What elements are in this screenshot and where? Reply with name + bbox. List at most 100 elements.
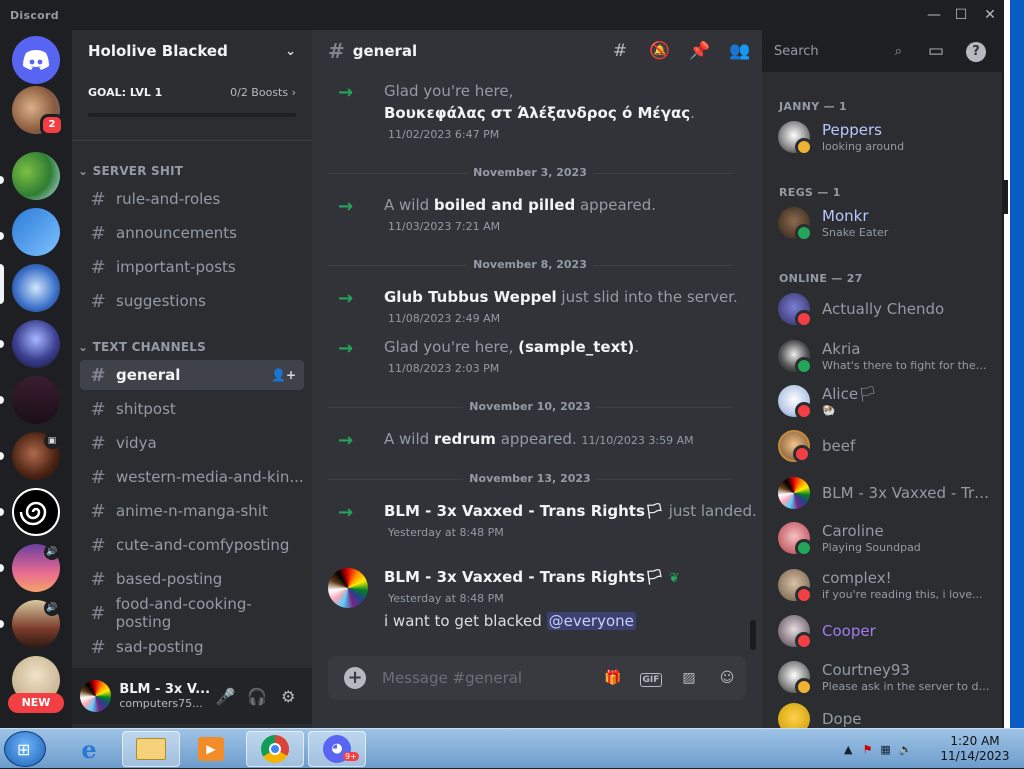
status-dnd-icon	[795, 310, 813, 328]
server-icon-anime-blue[interactable]	[12, 264, 60, 312]
member-item[interactable]: complex! if you're reading this, i love..…	[770, 564, 994, 606]
member-item[interactable]: Cooper	[770, 610, 994, 652]
member-name[interactable]: (sample_text)	[518, 338, 634, 356]
member-item[interactable]: Monkr Snake Eater	[770, 202, 994, 244]
member-item[interactable]: BLM - 3x Vaxxed - Tra...	[770, 472, 994, 514]
help-icon[interactable]: ?	[956, 40, 996, 62]
server-icon-spiral[interactable]	[12, 488, 60, 536]
server-icon-hololive[interactable]	[12, 208, 60, 256]
home-button[interactable]	[12, 36, 60, 84]
chevron-down-icon: ⌄	[285, 43, 296, 59]
member-item[interactable]: Actually Chendo	[770, 288, 994, 330]
taskbar-ie[interactable]: e	[60, 731, 118, 767]
invite-icon[interactable]: 👤+	[271, 368, 296, 382]
mute-bell-icon[interactable]: 🔕	[640, 41, 680, 61]
mention[interactable]: @everyone	[546, 612, 636, 630]
threads-icon[interactable]: #	[600, 41, 640, 61]
message-author[interactable]: BLM - 3x Vaxxed - Trans Rights🏳	[384, 568, 664, 586]
taskbar-discord[interactable]: ◕ 9+	[308, 731, 366, 767]
start-button[interactable]: ⊞	[4, 731, 46, 767]
gif-button[interactable]: GIF	[632, 670, 670, 687]
channel-label: food-and-cooking-posting	[115, 595, 252, 631]
close-button[interactable]: ✕	[978, 4, 1002, 26]
member-name[interactable]: BLM - 3x Vaxxed - Trans Rights🏳	[384, 502, 664, 520]
search-input[interactable]: Search ⌕	[766, 39, 910, 63]
new-unreads-badge[interactable]: NEW	[8, 693, 64, 713]
clock[interactable]: 1:20 AM 11/14/2023	[940, 734, 1010, 764]
spiral-icon	[19, 501, 47, 526]
member-name[interactable]: Glub Tubbus Weppel	[384, 288, 557, 306]
taskbar-chrome[interactable]	[246, 731, 304, 767]
channel-based-posting[interactable]: # based-posting	[80, 564, 304, 594]
channel-sad-posting[interactable]: # sad-posting	[80, 632, 304, 662]
message-text: A wild	[384, 196, 434, 214]
inbox-icon[interactable]: ▭	[916, 41, 956, 61]
unread-pill	[0, 232, 4, 240]
volume-muted-icon[interactable]: 🔈	[899, 743, 913, 756]
taskbar-media[interactable]: ▶	[182, 731, 240, 767]
member-item[interactable]: Akria What's there to fight for these...	[770, 335, 994, 377]
server-icon-ghost[interactable]	[12, 320, 60, 368]
category-server-shit[interactable]: ⌄ SERVER SHIT	[78, 164, 183, 178]
member-item[interactable]: beef	[770, 425, 994, 467]
channel-label: based-posting	[116, 570, 223, 588]
server-icon-castle[interactable]	[12, 376, 60, 424]
channel-important-posts[interactable]: # important-posts	[80, 252, 304, 282]
gift-icon[interactable]: 🎁	[594, 670, 632, 686]
message-text: appeared.	[495, 430, 577, 448]
channel-western-media[interactable]: # western-media-and-kin...	[80, 462, 304, 492]
headphones-icon[interactable]: 🎧	[241, 687, 272, 706]
message-text: .	[634, 338, 640, 356]
channel-rule-and-roles[interactable]: # rule-and-roles	[80, 184, 304, 214]
add-attachment-icon[interactable]: +	[344, 667, 366, 689]
avatar	[778, 340, 813, 375]
channel-shitpost[interactable]: # shitpost	[80, 394, 304, 424]
pinned-icon[interactable]: 📌	[680, 41, 720, 61]
member-scrollbar[interactable]	[1002, 180, 1008, 214]
channel-food-and-cooking[interactable]: # food-and-cooking-posting	[80, 595, 304, 631]
channel-label: suggestions	[116, 292, 206, 310]
member-name[interactable]: boiled and pilled	[434, 196, 575, 214]
taskbar: ⊞ e ▶ ◕ 9+ ▲ ⚑ ▦ 🔈 1:20 AM 11/14/2023	[0, 728, 1024, 768]
action-center-icon[interactable]: ⚑	[862, 743, 872, 756]
channel-cute-and-comfy[interactable]: # cute-and-comfyposting	[80, 530, 304, 560]
minimize-button[interactable]: —	[922, 4, 946, 26]
channel-general[interactable]: # general 👤+	[80, 360, 304, 390]
sticker-icon[interactable]: ▨	[670, 670, 708, 686]
member-item[interactable]: Dope	[770, 698, 994, 728]
channel-announcements[interactable]: # announcements	[80, 218, 304, 248]
maximize-button[interactable]: ☐	[949, 4, 973, 26]
tray-expand-icon[interactable]: ▲	[844, 743, 852, 756]
gear-icon[interactable]: ⚙	[273, 687, 304, 706]
status-online-icon	[795, 357, 813, 375]
member-item[interactable]: Peppers looking around	[770, 116, 994, 158]
member-name[interactable]: Βουκεφάλας στ Άλέξανδρος ό Μέγας	[384, 104, 690, 122]
leaf-badge-icon: ❦	[668, 571, 680, 586]
status-online-icon	[795, 224, 813, 242]
network-icon[interactable]: ▦	[880, 743, 890, 756]
avatar	[778, 207, 813, 242]
message-input[interactable]: Message #general	[382, 669, 594, 687]
member-item[interactable]: Alice🏳 🐏	[770, 380, 994, 422]
channel-suggestions[interactable]: # suggestions	[80, 286, 304, 316]
taskbar-explorer[interactable]	[122, 731, 180, 767]
member-item[interactable]: Courtney93 Please ask in the server to dm…	[770, 656, 994, 698]
category-text-channels[interactable]: ⌄ TEXT CHANNELS	[78, 340, 206, 354]
member-list-icon[interactable]: 👥	[720, 41, 760, 61]
avatar[interactable]	[328, 568, 368, 608]
message-composer[interactable]: + Message #general 🎁 GIF ▨ ☺	[328, 656, 746, 700]
channel-vidya[interactable]: # vidya	[80, 428, 304, 458]
member-name: complex!	[822, 569, 892, 587]
scrollbar[interactable]	[750, 620, 756, 650]
member-name[interactable]: redrum	[434, 430, 496, 448]
server-icon-plants[interactable]	[12, 152, 60, 200]
emoji-icon[interactable]: ☺	[708, 670, 746, 686]
boost-goal[interactable]: GOAL: LVL 1 0/2 Boosts ›	[80, 86, 304, 134]
user-info[interactable]: BLM - 3x V... computers75...	[119, 682, 210, 710]
member-item[interactable]: Caroline Playing Soundpad	[770, 517, 994, 559]
channel-label: sad-posting	[116, 638, 204, 656]
server-header[interactable]: Hololive Blacked ⌄	[72, 30, 312, 72]
avatar[interactable]	[80, 680, 112, 712]
microphone-icon[interactable]: 🎤	[210, 687, 241, 706]
channel-anime-n-manga[interactable]: # anime-n-manga-shit	[80, 496, 304, 526]
